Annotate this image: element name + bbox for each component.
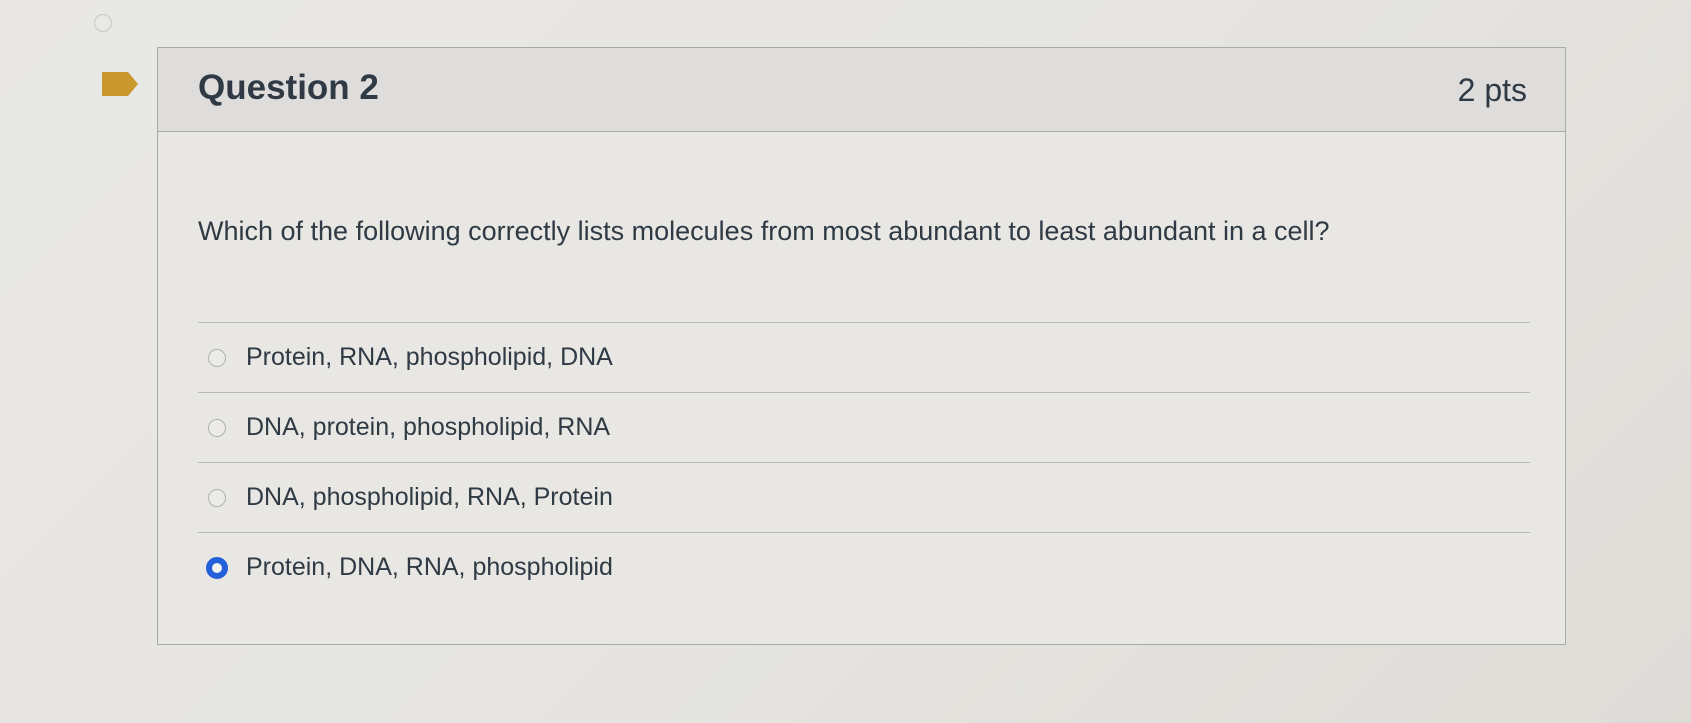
answer-option[interactable]: DNA, protein, phospholipid, RNA xyxy=(198,392,1530,462)
radio-button[interactable] xyxy=(208,488,226,507)
answer-label[interactable]: Protein, DNA, RNA, phospholipid xyxy=(246,553,613,582)
answer-option[interactable]: DNA, phospholipid, RNA, Protein xyxy=(198,462,1530,532)
radio-button[interactable] xyxy=(208,348,226,367)
answer-option[interactable]: Protein, RNA, phospholipid, DNA xyxy=(198,322,1530,392)
flag-icon[interactable] xyxy=(100,70,140,98)
question-title: Question 2 xyxy=(198,68,379,107)
answer-label[interactable]: Protein, RNA, phospholipid, DNA xyxy=(246,343,613,372)
radio-button[interactable] xyxy=(208,418,226,437)
circle-icon xyxy=(94,14,112,32)
radio-button-selected[interactable] xyxy=(206,556,228,579)
question-points: 2 pts xyxy=(1457,72,1527,108)
answer-label[interactable]: DNA, protein, phospholipid, RNA xyxy=(246,413,610,442)
answer-label[interactable]: DNA, phospholipid, RNA, Protein xyxy=(246,483,613,512)
answer-option[interactable]: Protein, DNA, RNA, phospholipid xyxy=(198,532,1530,602)
question-text: Which of the following correctly lists m… xyxy=(198,216,1330,246)
answer-list: Protein, RNA, phospholipid, DNA DNA, pro… xyxy=(198,322,1530,602)
question-card: Question 2 2 pts Which of the following … xyxy=(157,47,1566,645)
question-header: Question 2 2 pts xyxy=(158,48,1565,132)
